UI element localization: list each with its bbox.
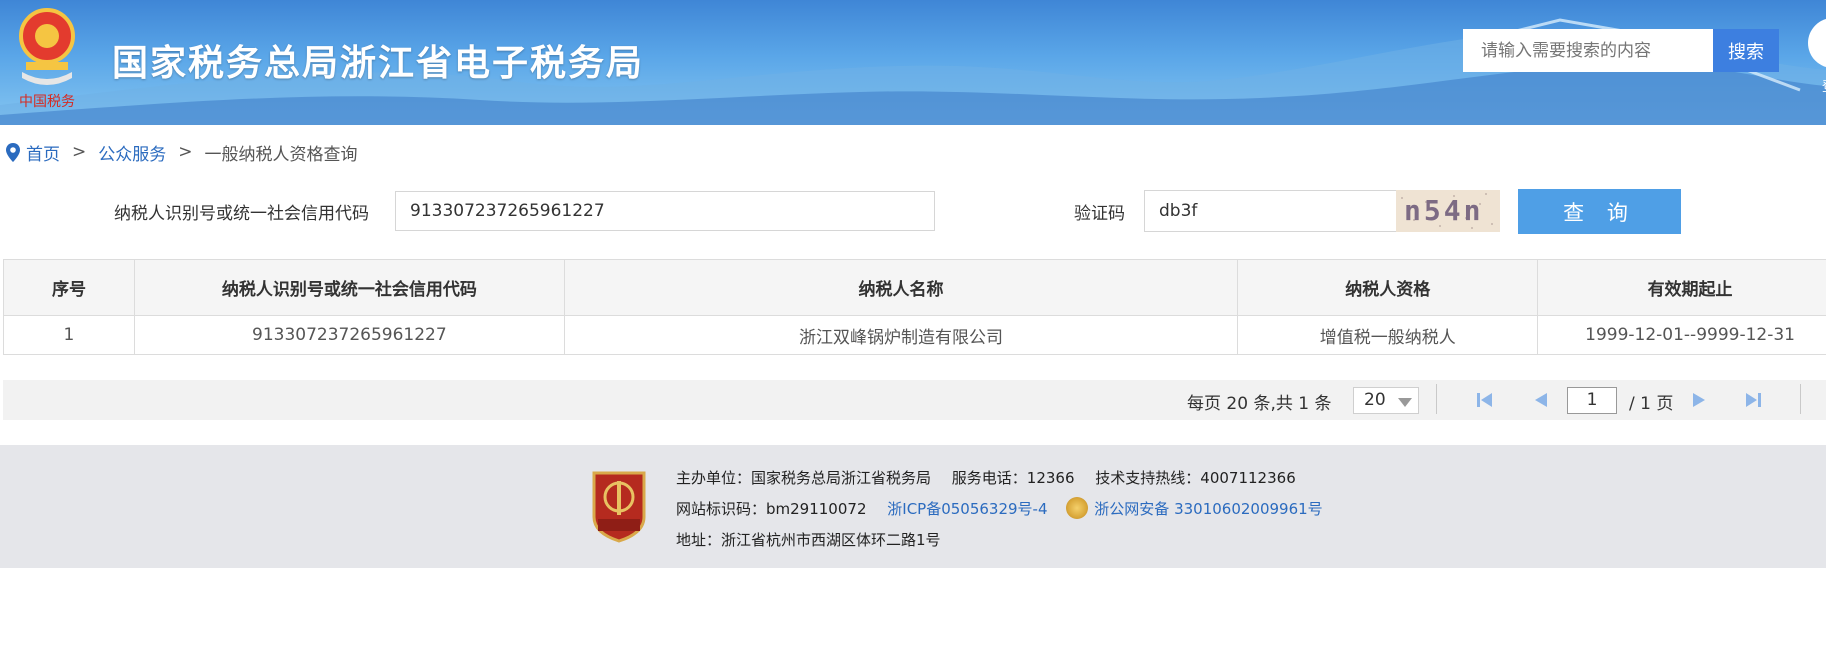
pager-divider xyxy=(1436,384,1437,414)
total-pages: / 1 页 xyxy=(1629,394,1674,414)
footer-icp-link[interactable]: 浙ICP备05056329号-4 xyxy=(887,500,1047,518)
taxpayer-id-input[interactable] xyxy=(395,191,935,231)
last-page-icon[interactable] xyxy=(1743,390,1763,410)
captcha-image[interactable]: n54n xyxy=(1396,190,1500,232)
chevron-down-icon xyxy=(1398,398,1412,407)
column-header-taxpayer-name: 纳税人名称 xyxy=(563,259,1239,316)
national-emblem-icon: 中国税务 xyxy=(19,8,75,110)
footer-phone: 服务电话：12366 xyxy=(951,469,1075,487)
query-button[interactable]: 查 询 xyxy=(1518,189,1681,234)
footer-support: 技术支持热线：4007112366 xyxy=(1095,469,1296,487)
login-label[interactable]: 登 xyxy=(1822,76,1826,95)
next-page-icon[interactable] xyxy=(1689,390,1709,410)
footer-line-3: 地址：浙江省杭州市西湖区体环二路1号 xyxy=(676,529,941,550)
column-header-qualification: 纳税人资格 xyxy=(1237,259,1539,316)
breadcrumb-separator: > xyxy=(178,142,193,162)
police-badge-icon xyxy=(1066,496,1089,519)
pagination-info: 每页 20 条,共 1 条 xyxy=(1187,394,1332,414)
svg-text:中国税务: 中国税务 xyxy=(19,94,75,110)
party-building-badge-icon xyxy=(592,471,646,543)
column-header-taxpayer-id: 纳税人识别号或统一社会信用代码 xyxy=(133,259,565,316)
location-pin-icon xyxy=(6,142,20,162)
pagination-bar: 每页 20 条,共 1 条 20 1 / 1 页 xyxy=(3,380,1826,420)
cell-taxpayer-id: 913307237265961227 xyxy=(133,315,565,355)
page-size-value: 20 xyxy=(1364,390,1386,410)
footer: 主办单位：国家税务总局浙江省税务局 服务电话：12366 技术支持热线：4007… xyxy=(0,445,1826,568)
cell-index: 1 xyxy=(3,315,135,355)
table-header-row: 序号 纳税人识别号或统一社会信用代码 纳税人名称 纳税人资格 有效期起止 xyxy=(3,259,1826,316)
page-size-select[interactable]: 20 xyxy=(1353,387,1419,414)
taxpayer-id-label: 纳税人识别号或统一社会信用代码 xyxy=(114,204,369,224)
cell-validity: 1999-12-01--9999-12-31 xyxy=(1537,315,1826,355)
breadcrumb-current: 一般纳税人资格查询 xyxy=(204,144,358,165)
column-header-validity: 有效期起止 xyxy=(1537,259,1826,316)
captcha-text: n54n xyxy=(1404,194,1484,227)
cell-qualification: 增值税一般纳税人 xyxy=(1237,315,1539,355)
search-button[interactable]: 搜索 xyxy=(1713,29,1779,72)
search-input[interactable] xyxy=(1463,29,1713,72)
footer-line-1: 主办单位：国家税务总局浙江省税务局 服务电话：12366 技术支持热线：4007… xyxy=(676,467,1296,488)
breadcrumb-separator: > xyxy=(72,142,87,162)
header-banner: 中国税务 国家税务总局浙江省电子税务局 搜索 登 xyxy=(0,0,1826,125)
current-page-input[interactable]: 1 xyxy=(1567,387,1617,414)
column-header-index: 序号 xyxy=(3,259,135,316)
footer-site-id: 网站标识码：bm29110072 xyxy=(676,500,867,518)
breadcrumb-public-service-link[interactable]: 公众服务 xyxy=(98,140,166,165)
captcha-input[interactable] xyxy=(1144,190,1400,232)
footer-host: 主办单位：国家税务总局浙江省税务局 xyxy=(676,469,932,487)
prev-page-icon[interactable] xyxy=(1531,390,1551,410)
pager-divider xyxy=(1800,384,1801,414)
cell-taxpayer-name: 浙江双峰锅炉制造有限公司 xyxy=(563,315,1239,355)
result-table: 序号 纳税人识别号或统一社会信用代码 纳税人名称 纳税人资格 有效期起止 1 9… xyxy=(3,259,1826,355)
site-title: 国家税务总局浙江省电子税务局 xyxy=(112,43,645,84)
breadcrumb-home-link[interactable]: 首页 xyxy=(26,140,60,165)
table-row: 1 913307237265961227 浙江双峰锅炉制造有限公司 增值税一般纳… xyxy=(3,315,1826,355)
breadcrumb: 首页 > 公众服务 > 一般纳税人资格查询 xyxy=(6,140,358,165)
captcha-label: 验证码 xyxy=(1074,204,1125,224)
first-page-icon[interactable] xyxy=(1475,390,1495,410)
footer-line-2: 网站标识码：bm29110072 浙ICP备05056329号-4 浙公网安备 … xyxy=(676,496,1323,521)
footer-address: 地址：浙江省杭州市西湖区体环二路1号 xyxy=(676,531,941,549)
footer-police-link[interactable]: 浙公网安备 33010602009961号 xyxy=(1094,500,1322,518)
